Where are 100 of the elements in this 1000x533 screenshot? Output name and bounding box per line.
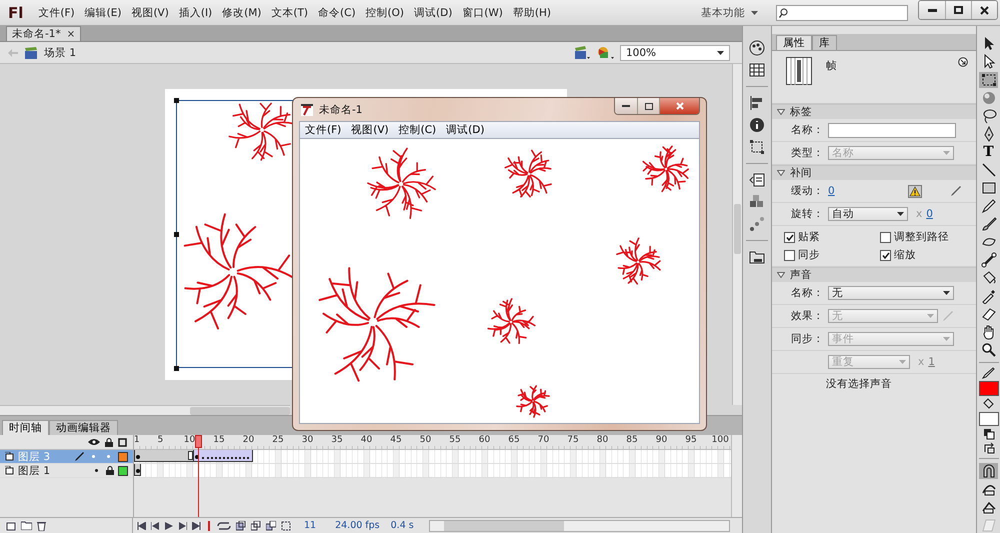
panel-tab[interactable]: 时间轴 xyxy=(2,420,49,435)
lock-dot[interactable] xyxy=(107,455,110,458)
section-header[interactable]: 标签 xyxy=(772,104,976,119)
transform-icon[interactable] xyxy=(749,139,765,155)
frame-number: 55 xyxy=(449,435,461,445)
menu-item[interactable]: 插入(I) xyxy=(174,4,218,22)
panel-tab[interactable]: 动画编辑器 xyxy=(49,420,118,435)
swap-colors-icon[interactable] xyxy=(982,442,994,454)
menu-item[interactable]: 文件(F) xyxy=(33,4,80,22)
tool-button[interactable] xyxy=(979,72,998,88)
resize-handle[interactable] xyxy=(174,232,179,237)
menu-item[interactable]: 窗口(W) xyxy=(457,4,508,22)
minimize-button[interactable] xyxy=(919,1,945,19)
checkbox[interactable] xyxy=(784,250,795,260)
components-icon[interactable] xyxy=(749,194,765,210)
new-folder-icon[interactable] xyxy=(21,521,32,530)
edit-frames-icon[interactable] xyxy=(266,520,276,530)
document-tab[interactable]: 未命名-1* × xyxy=(6,26,82,41)
text-field[interactable] xyxy=(828,122,956,138)
lock-icon[interactable] xyxy=(105,438,113,446)
visibility-dot[interactable] xyxy=(95,469,98,472)
fill-color-swatch[interactable] xyxy=(978,412,998,426)
search-field[interactable] xyxy=(776,4,908,20)
fill-bucket-icon[interactable] xyxy=(982,398,996,410)
keyframe[interactable] xyxy=(134,464,141,476)
palette-icon[interactable] xyxy=(749,40,765,56)
play-icon[interactable] xyxy=(165,522,173,530)
menu-item[interactable]: 视图(V) xyxy=(126,4,174,22)
loop-icon[interactable] xyxy=(217,522,231,530)
playhead[interactable] xyxy=(195,435,202,517)
resize-handle[interactable] xyxy=(174,98,179,103)
center-frame-icon[interactable] xyxy=(206,520,212,530)
tool-button[interactable] xyxy=(979,252,998,268)
frame-span[interactable] xyxy=(134,450,194,462)
close-button[interactable] xyxy=(971,1,997,19)
align-icon[interactable] xyxy=(749,95,765,111)
onion-markers-icon[interactable] xyxy=(281,520,291,530)
new-layer-icon[interactable] xyxy=(6,520,16,530)
menu-item[interactable]: 编辑(E) xyxy=(80,4,126,22)
outline-icon[interactable] xyxy=(118,438,127,446)
menu-item[interactable]: 调试(D) xyxy=(409,4,458,22)
info-icon[interactable] xyxy=(749,117,765,133)
menu-item[interactable]: 控制(O) xyxy=(360,4,410,22)
maximize-button[interactable] xyxy=(637,98,659,114)
trash-icon[interactable] xyxy=(37,520,46,530)
vertical-scrollbar[interactable] xyxy=(732,64,742,405)
zoom-dropdown[interactable]: 100% xyxy=(620,44,730,60)
layer-icon xyxy=(5,466,14,475)
edit-scene-icon[interactable] xyxy=(574,46,590,60)
eye-icon[interactable] xyxy=(88,438,100,446)
stroke-pencil-icon[interactable] xyxy=(982,367,996,379)
motion-presets-icon[interactable] xyxy=(749,216,765,232)
ease-value[interactable]: 0 xyxy=(828,185,835,197)
warning-icon[interactable] xyxy=(908,184,922,198)
menu-item[interactable]: 文件(F) xyxy=(300,123,346,137)
onion-skin-icon[interactable] xyxy=(236,520,246,530)
step-forward-icon[interactable] xyxy=(178,522,187,530)
section-header[interactable]: 补间 xyxy=(772,165,976,180)
stroke-color-swatch[interactable] xyxy=(978,381,998,396)
workspace-dropdown[interactable]: 基本功能 xyxy=(697,4,762,22)
checkbox[interactable] xyxy=(880,232,891,242)
minimize-button[interactable] xyxy=(615,98,637,114)
step-back-icon[interactable] xyxy=(151,522,160,530)
menu-item[interactable]: 命令(C) xyxy=(313,4,361,22)
folder-icon[interactable] xyxy=(749,249,765,265)
count-value[interactable]: 0 xyxy=(926,208,933,220)
checkbox[interactable] xyxy=(880,250,891,260)
text-tool[interactable]: T xyxy=(979,144,998,160)
menu-item[interactable]: 控制(C) xyxy=(394,123,442,137)
first-frame-icon[interactable] xyxy=(137,522,146,530)
last-frame-icon[interactable] xyxy=(192,522,201,530)
checkbox[interactable] xyxy=(784,232,795,242)
horizontal-scrollbar[interactable] xyxy=(428,520,730,532)
menu-item[interactable]: 修改(M) xyxy=(217,4,266,22)
help-icon[interactable] xyxy=(958,57,968,67)
menu-item[interactable]: 帮助(H) xyxy=(508,4,556,22)
code-snippet-icon[interactable] xyxy=(749,172,765,188)
visibility-dot[interactable] xyxy=(92,455,95,458)
swatches-grid-icon[interactable] xyxy=(749,62,765,78)
tool-button[interactable] xyxy=(979,198,998,214)
dropdown[interactable]: 自动 xyxy=(828,207,908,221)
tool-option-button[interactable] xyxy=(979,463,998,479)
onion-outline-icon[interactable] xyxy=(251,520,261,530)
layer-row[interactable]: 图层 1 xyxy=(0,464,133,478)
close-button[interactable]: × xyxy=(66,28,76,40)
menu-item[interactable]: 文本(T) xyxy=(266,4,314,22)
menu-item[interactable]: 调试(D) xyxy=(441,123,490,137)
pencil-icon[interactable] xyxy=(950,185,962,197)
panel-tab[interactable]: 属性 xyxy=(776,35,812,50)
horizontal-scrollbar[interactable] xyxy=(0,405,290,415)
dropdown[interactable]: 无 xyxy=(828,286,954,300)
edit-symbols-icon[interactable] xyxy=(596,46,614,60)
motion-tween-span[interactable] xyxy=(193,450,253,462)
default-colors-icon[interactable] xyxy=(982,428,994,440)
panel-tab[interactable]: 库 xyxy=(812,35,837,50)
resize-handle[interactable] xyxy=(174,366,179,371)
section-header[interactable]: 声音 xyxy=(772,267,976,282)
maximize-button[interactable] xyxy=(945,1,971,19)
menu-item[interactable]: 视图(V) xyxy=(346,123,394,137)
vertical-scrollbar[interactable] xyxy=(731,435,742,517)
